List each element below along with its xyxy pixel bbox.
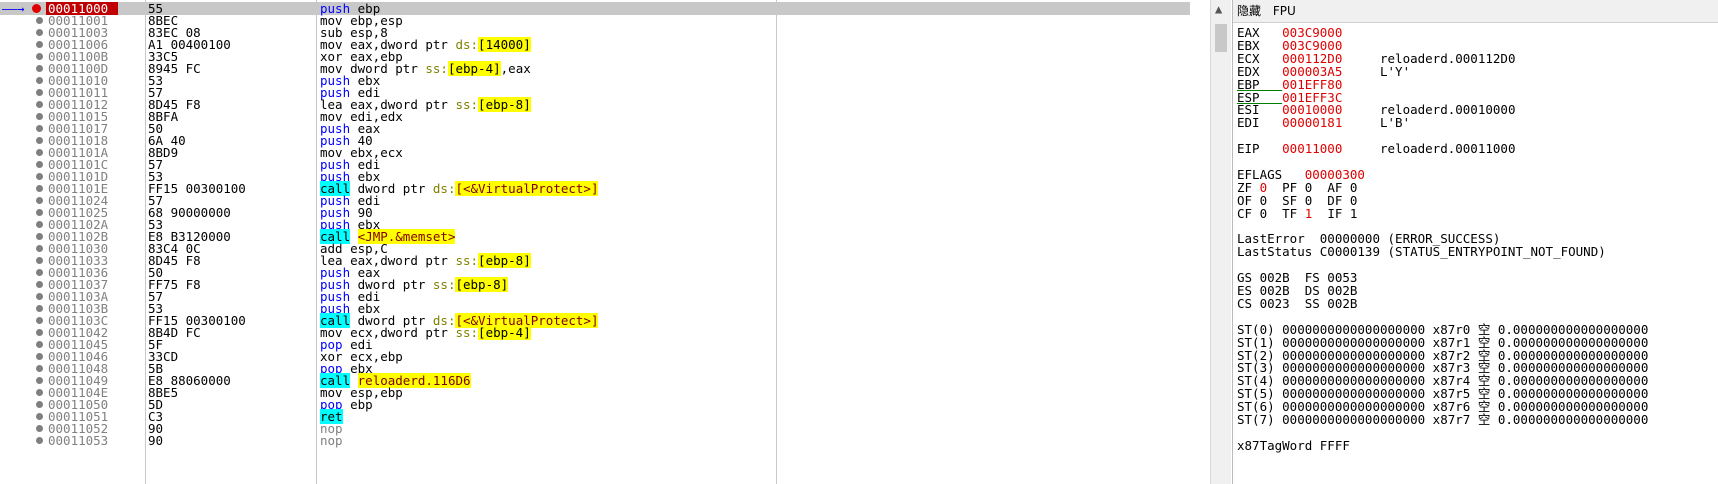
breakpoint-slot-icon[interactable]	[36, 101, 43, 108]
breakpoint-slot-icon[interactable]	[36, 353, 43, 360]
register-line[interactable]: EDI 00000181 L'B'	[1237, 116, 1410, 130]
register-line[interactable]: EIP 00011000 reloaderd.00011000	[1237, 142, 1515, 156]
breakpoint-slot-icon[interactable]	[36, 425, 43, 432]
breakpoint-slot-icon[interactable]	[36, 305, 43, 312]
register-line[interactable]: x87TagWord FFFF	[1237, 438, 1350, 453]
breakpoint-slot-icon[interactable]	[36, 41, 43, 48]
row-bytes: 90	[148, 433, 164, 448]
breakpoint-slot-icon[interactable]	[36, 65, 43, 72]
registers-panel: 隐藏 FPU EAX 003C9000 EBX 003C9000 ECX 00011…	[1232, 0, 1718, 484]
register-line[interactable]: CF 0 TF 1 IF 1	[1237, 206, 1357, 221]
disasm-scrollbar[interactable]: ▲	[1210, 0, 1231, 484]
breakpoint-slot-icon[interactable]	[36, 413, 43, 420]
breakpoint-slot-icon[interactable]	[36, 185, 43, 192]
breakpoint-slot-icon[interactable]	[36, 209, 43, 216]
disasm-row[interactable]: 00011053 90 nop	[0, 434, 1190, 447]
breakpoint-slot-icon[interactable]	[36, 365, 43, 372]
breakpoint-slot-icon[interactable]	[36, 281, 43, 288]
breakpoint-slot-icon[interactable]	[36, 17, 43, 24]
breakpoint-slot-icon[interactable]	[36, 389, 43, 396]
breakpoint-slot-icon[interactable]	[36, 137, 43, 144]
breakpoint-slot-icon[interactable]	[36, 161, 43, 168]
disassembly-view[interactable]: ——→ 00011000 55 push ebp 00011001 8BEC mov ebp…	[0, 0, 1210, 484]
breakpoint-slot-icon[interactable]	[36, 221, 43, 228]
breakpoint-slot-icon[interactable]	[36, 125, 43, 132]
breakpoint-slot-icon[interactable]	[36, 233, 43, 240]
breakpoint-slot-icon[interactable]	[36, 149, 43, 156]
breakpoint-slot-icon[interactable]	[36, 317, 43, 324]
breakpoint-slot-icon[interactable]	[36, 173, 43, 180]
breakpoint-icon[interactable]	[32, 4, 41, 13]
row-instruction: nop	[320, 433, 343, 448]
breakpoint-slot-icon[interactable]	[36, 401, 43, 408]
register-line[interactable]: LastStatus C0000139 (STATUS_ENTRYPOINT_N…	[1237, 245, 1606, 259]
registers-header: 隐藏 FPU	[1233, 0, 1718, 23]
fpu-label: FPU	[1272, 4, 1296, 18]
breakpoint-slot-icon[interactable]	[36, 377, 43, 384]
breakpoint-slot-icon[interactable]	[36, 293, 43, 300]
breakpoint-slot-icon[interactable]	[36, 113, 43, 120]
breakpoint-slot-icon[interactable]	[36, 29, 43, 36]
breakpoint-slot-icon[interactable]	[36, 77, 43, 84]
breakpoint-slot-icon[interactable]	[36, 341, 43, 348]
breakpoint-slot-icon[interactable]	[36, 89, 43, 96]
breakpoint-slot-icon[interactable]	[36, 437, 43, 444]
breakpoint-slot-icon[interactable]	[36, 197, 43, 204]
register-line[interactable]: CS 0023 SS 002B	[1237, 296, 1357, 311]
scroll-up-icon[interactable]: ▲	[1215, 2, 1222, 16]
breakpoint-slot-icon[interactable]	[36, 269, 43, 276]
breakpoint-slot-icon[interactable]	[36, 329, 43, 336]
hide-fpu-toggle[interactable]: 隐藏	[1237, 4, 1261, 18]
register-line[interactable]: ST(7) 0000000000000000000 x87r7 空 0.0000…	[1237, 413, 1648, 427]
scroll-thumb[interactable]	[1215, 24, 1227, 52]
breakpoint-slot-icon[interactable]	[36, 245, 43, 252]
breakpoint-slot-icon[interactable]	[36, 257, 43, 264]
breakpoint-slot-icon[interactable]	[36, 53, 43, 60]
row-address: 00011053	[48, 433, 109, 448]
